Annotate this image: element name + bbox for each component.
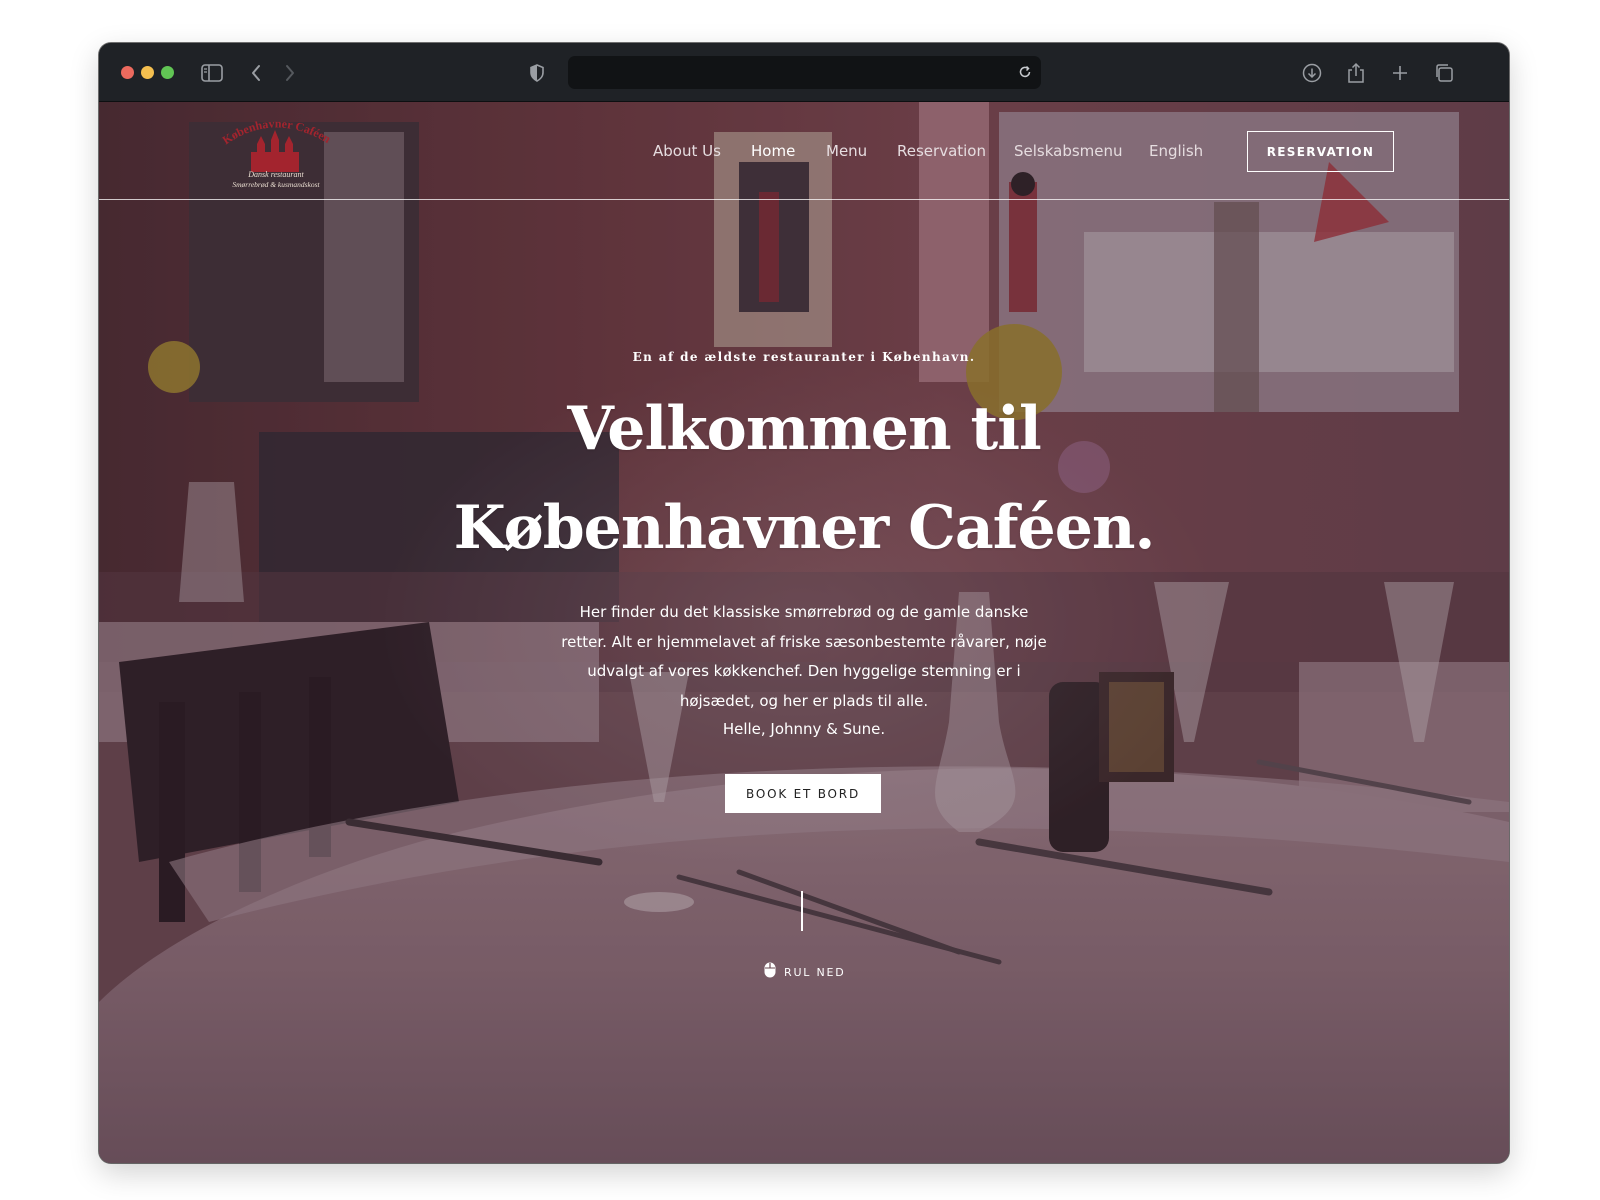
- logo-subtitle-2: Smørrebrød & kusmandskost: [232, 180, 320, 189]
- hero-description-line: udvalgt af vores køkkenchef. Den hyggeli…: [587, 662, 1021, 680]
- browser-toolbar: [99, 43, 1509, 102]
- hero-description: Her finder du det klassiske smørrebrød o…: [554, 598, 1054, 716]
- book-table-button[interactable]: BOOK ET BORD: [725, 774, 881, 813]
- browser-window: Københavner Caféen Dansk restaurant Smør…: [99, 43, 1509, 1163]
- share-icon[interactable]: [1342, 59, 1370, 87]
- sidebar-toggle-icon[interactable]: [198, 59, 226, 87]
- hero-signature: Helle, Johnny & Sune.: [722, 720, 886, 738]
- nav-item-reservation[interactable]: Reservation: [897, 142, 986, 160]
- hero-description-line: højsædet, og her er plads til alle.: [679, 691, 929, 710]
- hero-tagline: En af de ældste restauranter i København…: [632, 350, 976, 364]
- scroll-down-label: RUL NED: [784, 966, 846, 979]
- site-logo[interactable]: Københavner Caféen Dansk restaurant Smør…: [211, 114, 341, 192]
- nav-item-english[interactable]: English: [1149, 142, 1203, 160]
- download-icon[interactable]: [1298, 59, 1326, 87]
- hero-title-line-2: Københavner Caféen.: [453, 493, 1156, 563]
- privacy-shield-icon[interactable]: [523, 59, 551, 87]
- zoom-window-button[interactable]: [161, 66, 174, 79]
- minimize-window-button[interactable]: [141, 66, 154, 79]
- page-viewport: Københavner Caféen Dansk restaurant Smør…: [99, 102, 1509, 1163]
- tab-overview-icon[interactable]: [1430, 59, 1458, 87]
- nav-item-about-us[interactable]: About Us: [653, 142, 721, 160]
- reservation-button[interactable]: RESERVATION: [1247, 131, 1394, 172]
- forward-arrow-icon[interactable]: [276, 59, 304, 87]
- address-bar[interactable]: [568, 56, 1041, 89]
- nav-item-home[interactable]: Home: [751, 142, 795, 160]
- scroll-down-link[interactable]: RUL NED: [764, 962, 846, 983]
- reload-icon[interactable]: [1015, 62, 1035, 82]
- site-header: Københavner Caféen Dansk restaurant Smør…: [99, 102, 1509, 200]
- mouse-icon: [764, 962, 776, 983]
- hero-description-line: retter. Alt er hjemmelavet af friske sæs…: [561, 632, 1047, 651]
- hero-title-line-1: Velkommen til: [567, 394, 1042, 464]
- nav-item-selskabsmenu[interactable]: Selskabsmenu: [1014, 142, 1123, 160]
- close-window-button[interactable]: [121, 66, 134, 79]
- logo-emblem: Københavner Caféen: [220, 116, 333, 172]
- logo-subtitle-1: Dansk restaurant: [248, 170, 304, 179]
- hero-description-line: Her finder du det klassiske smørrebrød o…: [579, 603, 1029, 621]
- new-tab-plus-icon[interactable]: [1386, 59, 1414, 87]
- back-arrow-icon[interactable]: [242, 59, 270, 87]
- nav-item-menu[interactable]: Menu: [826, 142, 867, 160]
- scroll-indicator-line: [801, 891, 803, 931]
